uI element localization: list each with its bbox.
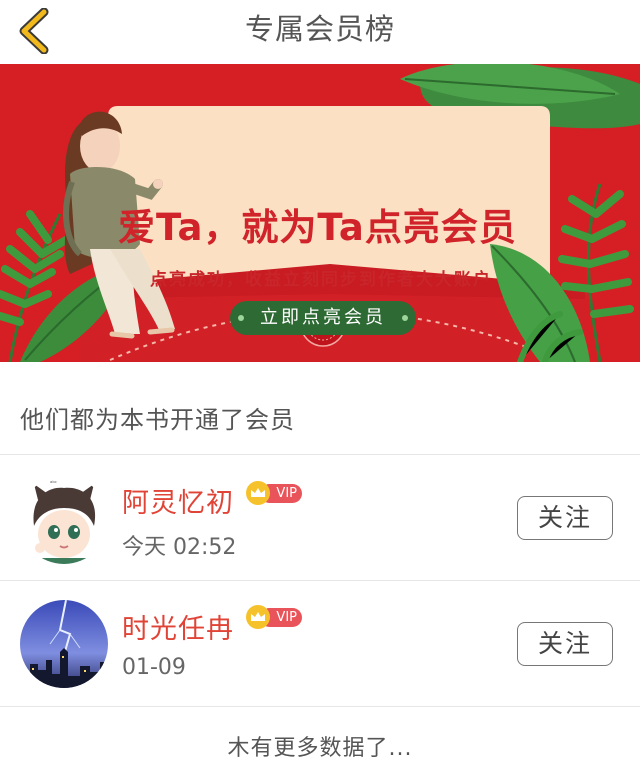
follow-button[interactable]: 关注	[517, 622, 613, 666]
banner-subtitle: 点亮成功，收益立刻同步到作者大大账户	[150, 270, 492, 290]
svg-text:ᵃᵇᶜ: ᵃᵇᶜ	[50, 480, 57, 487]
crown-icon	[246, 481, 270, 505]
cta-dot-right-icon	[402, 315, 408, 321]
cta-label: 立即点亮会员	[260, 307, 386, 328]
cartoon-boy-avatar-icon: ᵃᵇᶜ	[20, 476, 108, 564]
member-name[interactable]: 时光任冉	[122, 607, 234, 646]
no-more-data-text: 木有更多数据了...	[227, 736, 413, 761]
vip-badge: VIP	[246, 605, 302, 629]
page-title: 专属会员榜	[244, 12, 395, 46]
divider	[0, 706, 640, 707]
avatar[interactable]	[20, 600, 108, 688]
member-name[interactable]: 阿灵忆初	[122, 481, 234, 520]
banner-headline: 爱Ta，就为Ta点亮会员	[118, 206, 517, 249]
crown-icon	[246, 605, 270, 629]
vip-badge: VIP	[246, 481, 302, 505]
member-time: 01-09	[122, 655, 186, 680]
follow-button[interactable]: 关注	[517, 496, 613, 540]
member-time: 今天 02:52	[122, 535, 237, 560]
section-title: 他们都为本书开通了会员	[20, 406, 295, 434]
member-promo-banner[interactable]: 爱Ta，就为Ta点亮会员 点亮成功，收益立刻同步到作者大大账户 立即点亮会员	[0, 64, 640, 362]
avatar[interactable]: ᵃᵇᶜ	[20, 476, 108, 564]
header-bar: 专属会员榜	[0, 0, 640, 64]
member-list-item: 时光任冉 VIP 01-09 关注	[0, 581, 640, 705]
member-list-item: ᵃᵇᶜ 阿灵忆初 VIP 今天 02:52 关注	[0, 455, 640, 579]
cta-dot-left-icon	[238, 315, 244, 321]
light-up-membership-button[interactable]: 立即点亮会员	[230, 301, 416, 335]
lightning-city-avatar-icon	[20, 600, 108, 688]
